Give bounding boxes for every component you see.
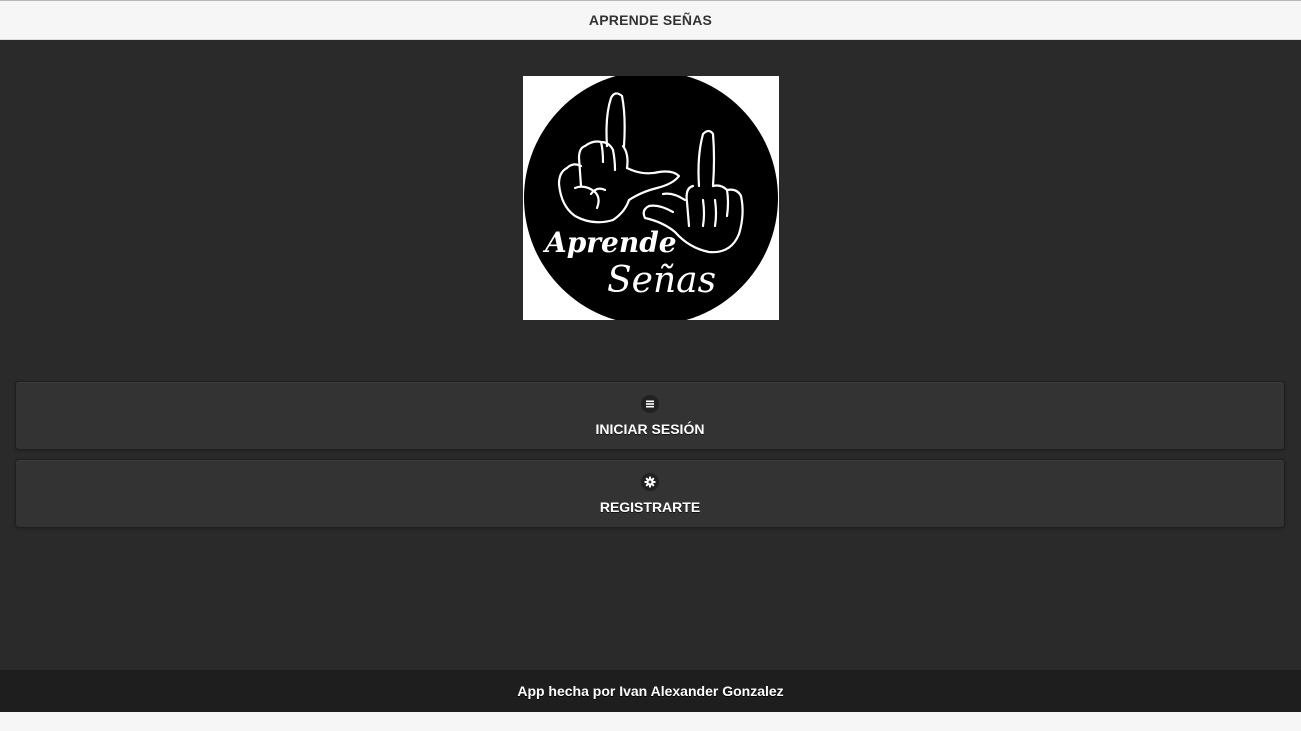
bottom-strip [0, 712, 1301, 731]
page-title: APRENDE SEÑAS [588, 12, 713, 28]
aprende-senas-logo-image: Aprende Señas [523, 76, 779, 320]
app-header: APRENDE SEÑAS [0, 0, 1301, 40]
logo-text-senas: Señas [607, 260, 716, 301]
gear-icon [641, 472, 659, 491]
bars-icon [641, 394, 659, 413]
login-button[interactable]: INICIAR SESIÓN [15, 381, 1285, 450]
footer-credit: App hecha por Ivan Alexander Gonzalez [517, 683, 784, 699]
app-logo: Aprende Señas [523, 76, 779, 320]
register-button[interactable]: REGISTRARTE [15, 459, 1285, 528]
app-footer: App hecha por Ivan Alexander Gonzalez [0, 670, 1301, 712]
main-content: Aprende Señas INICIAR SESIÓN REGISTRARTE [0, 40, 1301, 670]
logo-text-aprende: Aprende [542, 226, 677, 259]
login-button-label: INICIAR SESIÓN [595, 420, 705, 437]
register-button-label: REGISTRARTE [599, 498, 701, 515]
